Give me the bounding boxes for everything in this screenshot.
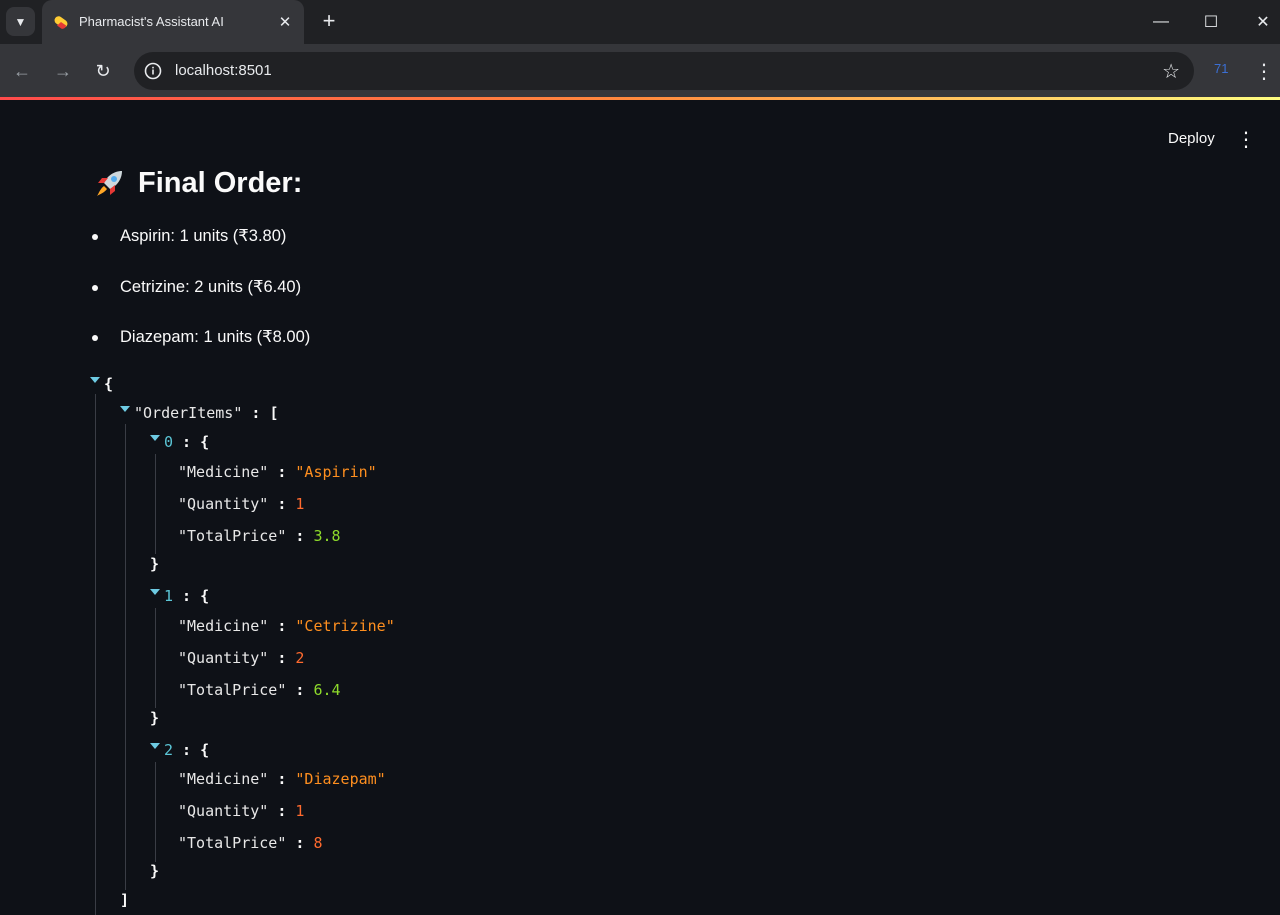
order-line: Cetrizine: 2 units (₹6.40): [120, 277, 302, 296]
json-field-medicine: "Medicine" : "Cetrizine": [178, 617, 395, 635]
json-array-item-1[interactable]: 1 : {: [150, 586, 209, 606]
indent-guide: [155, 762, 156, 862]
arrow-right-icon: →: [54, 60, 72, 81]
new-tab-button[interactable]: +: [316, 8, 342, 34]
tab-search-button[interactable]: ▼: [6, 7, 35, 36]
bullet-icon: [92, 234, 98, 240]
json-field-totalprice: "TotalPrice" : 3.8: [178, 527, 341, 545]
window-close-button[interactable]: ✕: [1238, 0, 1280, 44]
order-summary-list: Aspirin: 1 units (₹3.80) Cetrizine: 2 un…: [92, 226, 310, 378]
info-icon[interactable]: [143, 61, 163, 81]
browser-toolbar: ← → ↻ localhost:8501 ☆ 71 ⋮: [0, 44, 1280, 98]
arrow-left-icon: ←: [13, 60, 31, 81]
bullet-icon: [92, 284, 98, 291]
reload-icon: ↻: [95, 60, 111, 81]
kebab-menu-icon: ⋮: [1254, 60, 1274, 83]
json-object-close: }: [150, 709, 160, 727]
chevron-down-icon: ▼: [14, 14, 27, 29]
plus-icon: +: [322, 8, 336, 33]
json-root-open[interactable]: {: [90, 374, 113, 394]
close-icon: ✕: [1256, 14, 1270, 31]
json-array-close: ]: [120, 891, 130, 909]
heading-text: Final Order:: [138, 166, 303, 199]
kebab-menu-icon: ⋮: [1236, 128, 1256, 151]
minimize-icon: —: [1153, 13, 1169, 30]
json-field-totalprice: "TotalPrice" : 6.4: [178, 681, 341, 699]
browser-tab[interactable]: Pharmacist's Assistant AI ✕: [42, 0, 304, 44]
indent-guide: [155, 608, 156, 708]
json-field-totalprice: "TotalPrice" : 8: [178, 834, 323, 852]
maximize-button[interactable]: ☐: [1186, 0, 1236, 44]
pill-icon: [54, 16, 68, 29]
collapse-caret-icon[interactable]: [150, 742, 160, 749]
reload-button[interactable]: ↻: [89, 57, 117, 85]
json-field-medicine: "Medicine" : "Aspirin": [178, 463, 377, 481]
json-field-medicine: "Medicine" : "Diazepam": [178, 770, 386, 788]
rocket-icon: [97, 171, 122, 196]
deploy-button[interactable]: Deploy: [1160, 126, 1223, 151]
json-key-orderitems[interactable]: "OrderItems" : [: [120, 403, 279, 423]
app-main-menu-button[interactable]: ⋮: [1236, 127, 1256, 151]
json-field-quantity: "Quantity" : 1: [178, 495, 305, 513]
bookmark-star-icon[interactable]: ☆: [1162, 59, 1180, 84]
order-line: Diazepam: 1 units (₹8.00): [120, 328, 311, 346]
minimize-button[interactable]: —: [1136, 0, 1186, 44]
collapse-caret-icon[interactable]: [90, 376, 100, 383]
address-bar[interactable]: localhost:8501 ☆: [134, 52, 1194, 90]
collapse-caret-icon[interactable]: [150, 588, 160, 595]
tab-strip: ▼ Pharmacist's Assistant AI ✕ + — ☐ ✕: [0, 0, 1280, 44]
tab-close-button[interactable]: ✕: [274, 11, 296, 33]
page-title: Final Order:: [92, 165, 302, 201]
bullet-icon: [92, 335, 98, 341]
indent-guide: [95, 394, 96, 915]
indent-guide: [155, 454, 156, 554]
json-object-close: }: [150, 862, 160, 880]
json-object-close: }: [150, 555, 160, 573]
json-field-quantity: "Quantity" : 2: [178, 649, 305, 667]
streamlit-decoration-bar: [0, 97, 1280, 100]
json-field-quantity: "Quantity" : 1: [178, 802, 305, 820]
browser-menu-button[interactable]: ⋮: [1252, 57, 1276, 85]
forward-button[interactable]: →: [49, 57, 77, 85]
list-item: Cetrizine: 2 units (₹6.40): [92, 277, 310, 328]
indent-guide: [125, 424, 126, 890]
url-text: localhost:8501: [175, 62, 272, 79]
extension-badge[interactable]: 71: [1214, 61, 1228, 76]
close-icon: ✕: [278, 14, 292, 31]
maximize-icon: ☐: [1203, 14, 1219, 31]
json-array-item-2[interactable]: 2 : {: [150, 740, 209, 760]
list-item: Diazepam: 1 units (₹8.00): [92, 327, 310, 378]
list-item: Aspirin: 1 units (₹3.80): [92, 226, 310, 277]
back-button[interactable]: ←: [8, 57, 36, 85]
collapse-caret-icon[interactable]: [120, 405, 130, 412]
json-array-item-0[interactable]: 0 : {: [150, 432, 209, 452]
tab-title: Pharmacist's Assistant AI: [79, 14, 224, 29]
collapse-caret-icon[interactable]: [150, 434, 160, 441]
order-line: Aspirin: 1 units (₹3.80): [120, 227, 287, 245]
